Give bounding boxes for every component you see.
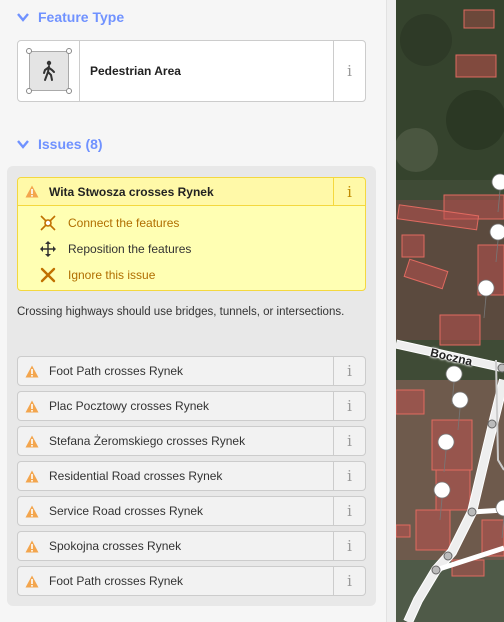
issues-section-header[interactable]: Issues (8) <box>16 136 103 152</box>
active-issue[interactable]: Wita Stwosza crosses Rynek i Connect the… <box>17 177 366 291</box>
issue-label: Residential Road crosses Rynek <box>49 469 223 483</box>
issue-info-button[interactable]: i <box>333 427 365 455</box>
issue-label: Foot Path crosses Rynek <box>49 364 184 378</box>
warning-icon <box>18 532 46 560</box>
issue-info-button[interactable]: i <box>333 532 365 560</box>
issue-row[interactable]: Plac Pocztowy crosses Rynek i <box>17 391 366 421</box>
preset-icon-container <box>18 41 80 101</box>
warning-icon <box>18 392 46 420</box>
issue-info-button[interactable]: i <box>333 462 365 490</box>
ignore-icon <box>38 265 58 285</box>
issue-row[interactable]: Residential Road crosses Rynek i <box>17 461 366 491</box>
issue-info-button[interactable]: i <box>333 567 365 595</box>
warning-icon <box>18 178 46 205</box>
feature-type-section-header[interactable]: Feature Type <box>16 9 124 25</box>
preset-button[interactable]: Pedestrian Area i <box>17 40 366 102</box>
warning-icon <box>18 357 46 385</box>
warning-icon <box>18 462 46 490</box>
issue-info-button[interactable]: i <box>333 357 365 385</box>
issue-row[interactable]: Spokojna crosses Rynek i <box>17 531 366 561</box>
issue-row[interactable]: Foot Path crosses Rynek i <box>17 356 366 386</box>
active-issue-title: Wita Stwosza crosses Rynek <box>49 184 214 199</box>
preset-info-button[interactable]: i <box>333 41 365 101</box>
fix-connect-label: Connect the features <box>68 216 180 230</box>
preset-name: Pedestrian Area <box>90 64 181 78</box>
move-icon <box>38 239 58 259</box>
warning-icon <box>18 427 46 455</box>
issue-row[interactable]: Service Road crosses Rynek i <box>17 496 366 526</box>
issue-label: Service Road crosses Rynek <box>49 504 204 518</box>
chevron-down-icon <box>17 13 29 22</box>
map-canvas[interactable] <box>396 0 504 622</box>
fix-connect[interactable]: Connect the features <box>18 210 365 236</box>
inspector-sidebar: Feature Type Pedestrian Area i Issues (8… <box>0 0 390 622</box>
map-view[interactable]: Boczna <box>396 0 504 622</box>
fix-ignore-label: Ignore this issue <box>68 268 156 282</box>
issue-label: Spokojna crosses Rynek <box>49 539 182 553</box>
issue-label: Plac Pocztowy crosses Rynek <box>49 399 210 413</box>
active-issue-header[interactable]: Wita Stwosza crosses Rynek i <box>18 178 365 206</box>
fix-reposition[interactable]: Reposition the features <box>18 236 365 262</box>
issue-row[interactable]: Foot Path crosses Rynek i <box>17 566 366 596</box>
issue-row[interactable]: Stefana Żeromskiego crosses Rynek i <box>17 426 366 456</box>
feature-type-heading: Feature Type <box>38 9 125 25</box>
active-issue-info-button[interactable]: i <box>333 178 365 205</box>
pedestrian-icon <box>42 60 55 81</box>
sidebar-scrollbar[interactable] <box>386 0 396 622</box>
issue-description: Crossing highways should use bridges, tu… <box>17 306 345 318</box>
area-shape <box>25 48 72 94</box>
fix-reposition-label: Reposition the features <box>68 242 192 256</box>
issue-label: Foot Path crosses Rynek <box>49 574 184 588</box>
chevron-down-icon <box>17 140 29 149</box>
issue-info-button[interactable]: i <box>333 497 365 525</box>
fix-ignore[interactable]: Ignore this issue <box>18 262 365 288</box>
issue-label: Stefana Żeromskiego crosses Rynek <box>49 434 246 448</box>
warning-icon <box>18 567 46 595</box>
issue-info-button[interactable]: i <box>333 392 365 420</box>
issues-heading: Issues (8) <box>38 136 103 152</box>
connect-icon <box>38 213 58 233</box>
warning-icon <box>18 497 46 525</box>
